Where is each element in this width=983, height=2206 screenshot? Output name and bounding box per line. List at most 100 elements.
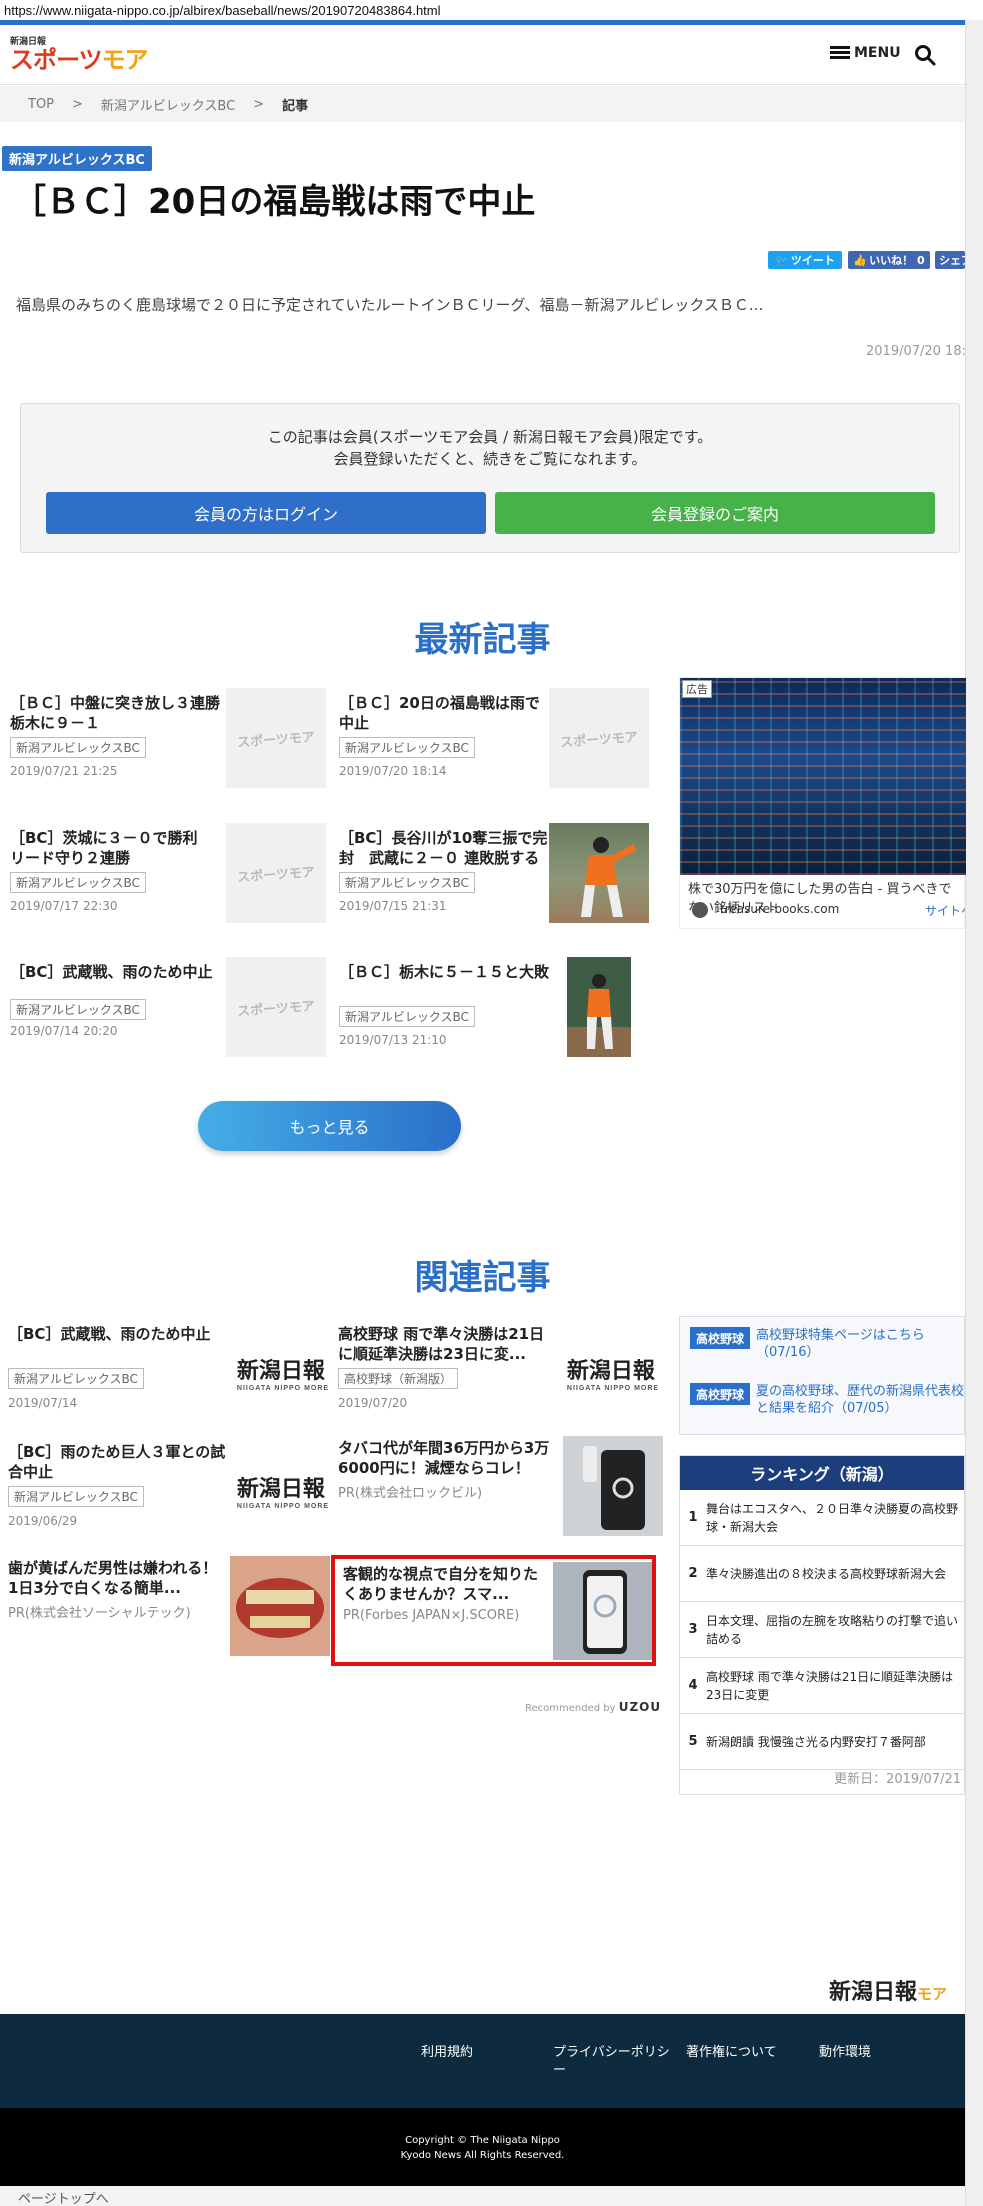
- card-tag: 新潟アルビレックスBC: [339, 872, 475, 893]
- ad-banner[interactable]: 広告 株で30万円を億にした男の告白 - 買うべきでない銘柄リスト treasu…: [679, 677, 966, 929]
- article-title: ［ＢＣ］20日の福島戦は雨で中止: [12, 182, 536, 222]
- card-date: 2019/06/29: [8, 1514, 78, 1528]
- highschool-link-row[interactable]: 高校野球 夏の高校野球、歴代の新潟県代表校と結果を紹介（07/05）: [690, 1383, 966, 1417]
- card-title: ［ＢＣ］栃木に５－１５と大敗: [339, 963, 549, 981]
- ad-site-link[interactable]: サイトへ: [925, 902, 965, 919]
- related-article-card[interactable]: 高校野球 雨で準々決勝は21日に順延準決勝は23日に変... 高校野球（新潟版）…: [338, 1322, 663, 1422]
- search-icon[interactable]: [913, 43, 937, 67]
- like-button[interactable]: 👍 いいね！ 0: [848, 251, 930, 269]
- thumbs-up-icon: 👍: [853, 253, 868, 267]
- niigata-nippo-logo: 新潟日報 NIIGATA NIPPO MORE: [236, 1357, 330, 1392]
- ranking-item[interactable]: 3 日本文理、屈指の左腕を攻略粘りの打撃で追い詰める: [680, 1602, 966, 1658]
- placeholder-logo: スポーツモア: [236, 864, 316, 886]
- page-top-link[interactable]: ページトップへ: [0, 2186, 965, 2206]
- card-tag: 新潟アルビレックスBC: [10, 999, 146, 1020]
- highschool-link[interactable]: 夏の高校野球、歴代の新潟県代表校と結果を紹介（07/05）: [756, 1383, 966, 1417]
- highschool-links: 高校野球 高校野球特集ページはこちら（07/16） 高校野球 夏の高校野球、歴代…: [679, 1316, 965, 1435]
- recommended-by[interactable]: Recommended by UZOU: [525, 1700, 661, 1714]
- signup-button[interactable]: 会員登録のご案内: [495, 492, 935, 534]
- card-title: ［BC］武蔵戦、雨のため中止: [10, 963, 213, 981]
- latest-article-card[interactable]: ［ＢＣ］20日の福島戦は雨で中止 新潟アルビレックスBC 2019/07/20 …: [339, 688, 664, 788]
- sponsor-label: PR(株式会社ロックビル): [338, 1486, 483, 1501]
- card-title: ［BC］武蔵戦、雨のため中止: [8, 1325, 211, 1343]
- ranking-item[interactable]: 5 新潟朗讀 我慢強さ光る内野安打７番阿部: [680, 1714, 966, 1770]
- card-thumbnail: スポーツモア: [226, 823, 326, 923]
- card-date: 2019/07/14 20:20: [10, 1024, 118, 1038]
- breadcrumb-top[interactable]: TOP: [28, 97, 54, 112]
- card-title: ［BC］長谷川が10奪三振で完封 武蔵に２－０ 連敗脱する: [339, 829, 548, 867]
- member-only-box: この記事は会員(スポーツモア会員 / 新潟日報モア会員)限定です。 会員登録いた…: [20, 403, 960, 553]
- related-article-card[interactable]: ［BC］雨のため巨人３軍との試合中止 新潟アルビレックスBC 2019/06/2…: [8, 1440, 333, 1540]
- highlight-box: [331, 1555, 656, 1666]
- breadcrumb-separator: >: [72, 96, 83, 112]
- latest-article-card[interactable]: ［ＢＣ］中盤に突き放し３連勝 栃木に９－１ 新潟アルビレックスBC 2019/0…: [10, 688, 335, 788]
- footer-link-environment[interactable]: 動作環境: [819, 2044, 939, 2062]
- ranking-updated: 更新日：2019/07/21: [834, 1772, 961, 1787]
- sponsored-card[interactable]: 歯が黄ばんだ男性は嫌われる！1日3分で白くなる簡単... PR(株式会社ソーシャ…: [8, 1556, 333, 1656]
- url-bar[interactable]: https://www.niigata-nippo.co.jp/albirex/…: [0, 0, 983, 22]
- latest-article-card[interactable]: ［BC］茨城に３－０で勝利 リード守り２連勝 新潟アルビレックスBC 2019/…: [10, 823, 335, 923]
- card-tag: 新潟アルビレックスBC: [339, 737, 475, 758]
- site-header: 新潟日報 スポーツモア MENU: [0, 25, 965, 85]
- latest-article-card[interactable]: ［ＢＣ］栃木に５－１５と大敗 新潟アルビレックスBC 2019/07/13 21…: [339, 957, 664, 1057]
- highschool-link[interactable]: 高校野球特集ページはこちら（07/16）: [756, 1327, 966, 1361]
- highschool-link-row[interactable]: 高校野球 高校野球特集ページはこちら（07/16）: [690, 1327, 966, 1361]
- mouth-image: [236, 1578, 324, 1638]
- card-date: 2019/07/13 21:10: [339, 1033, 447, 1047]
- site-logo[interactable]: 新潟日報 スポーツモア: [10, 37, 149, 74]
- tweet-button[interactable]: 🐦 ツイート: [768, 251, 842, 269]
- footer-link-privacy[interactable]: プライバシーポリシー: [553, 2044, 673, 2080]
- logo-main-text: スポーツモア: [10, 46, 149, 74]
- breadcrumb-category[interactable]: 新潟アルビレックスBC: [101, 95, 235, 114]
- card-date: 2019/07/20: [338, 1396, 408, 1410]
- sponsor-label: PR(株式会社ソーシャルテック): [8, 1606, 191, 1621]
- stock-board-image: [680, 678, 966, 875]
- ranking-item[interactable]: 4 高校野球 雨で準々決勝は21日に順延準決勝は23日に変更: [680, 1658, 966, 1714]
- related-section-title: 関連記事: [414, 1258, 551, 1298]
- sponsored-card[interactable]: タバコ代が年間36万円から3万6000円に！減煙ならコレ！ PR(株式会社ロック…: [338, 1436, 663, 1536]
- card-date: 2019/07/17 22:30: [10, 899, 118, 913]
- card-tag: 新潟アルビレックスBC: [10, 872, 146, 893]
- footer-logo[interactable]: 新潟日報モア: [829, 1974, 947, 2006]
- latest-article-card[interactable]: ［BC］武蔵戦、雨のため中止 新潟アルビレックスBC 2019/07/14 20…: [10, 957, 335, 1057]
- ranking-item[interactable]: 1 舞台はエコスタへ、２０日準々決勝夏の高校野球・新潟大会: [680, 1490, 966, 1546]
- rank-title: 準々決勝進出の８校決まる高校野球新潟大会: [706, 1566, 947, 1581]
- footer-link-copyright[interactable]: 著作権について: [686, 2044, 806, 2062]
- pitcher-photo: [549, 823, 649, 923]
- hamburger-icon: [830, 46, 850, 60]
- rank-title: 新潟朗讀 我慢強さ光る内野安打７番阿部: [706, 1734, 926, 1749]
- latest-article-card[interactable]: ［BC］長谷川が10奪三振で完封 武蔵に２－０ 連敗脱する 新潟アルビレックスB…: [339, 823, 664, 923]
- globe-icon: [692, 902, 708, 918]
- ranking-item[interactable]: 2 準々決勝進出の８校決まる高校野球新潟大会: [680, 1546, 966, 1602]
- breadcrumb: TOP > 新潟アルビレックスBC > 記事: [0, 86, 965, 122]
- related-article-card[interactable]: ［BC］武蔵戦、雨のため中止 新潟アルビレックスBC 2019/07/14 新潟…: [8, 1322, 333, 1422]
- rank-number: 2: [688, 1566, 698, 1581]
- latest-section-title: 最新記事: [414, 620, 551, 660]
- card-title: ［BC］雨のため巨人３軍との試合中止: [8, 1443, 226, 1481]
- card-thumbnail: スポーツモア: [549, 688, 649, 788]
- card-title: ［ＢＣ］中盤に突き放し３連勝 栃木に９－１: [10, 694, 220, 732]
- member-only-message: この記事は会員(スポーツモア会員 / 新潟日報モア会員)限定です。 会員登録いた…: [267, 428, 713, 468]
- article-lead: 福島県のみちのく鹿島球場で２０日に予定されていたルートインＢＣリーグ、福島－新潟…: [16, 296, 764, 314]
- card-title: 歯が黄ばんだ男性は嫌われる！1日3分で白くなる簡単...: [8, 1559, 218, 1597]
- more-button[interactable]: もっと見る: [198, 1101, 461, 1151]
- share-button[interactable]: シェア: [935, 251, 965, 269]
- category-badge[interactable]: 新潟アルビレックスBC: [2, 146, 152, 171]
- article-date: 2019/07/20 18:14: [866, 344, 965, 359]
- menu-button[interactable]: MENU: [830, 45, 901, 61]
- pitcher-figure: [567, 957, 631, 1057]
- scrollbar[interactable]: [965, 20, 983, 2206]
- niigata-nippo-logo: 新潟日報 NIIGATA NIPPO MORE: [566, 1357, 660, 1392]
- login-button[interactable]: 会員の方はログイン: [46, 492, 486, 534]
- ranking-box: ランキング（新潟） 1 舞台はエコスタへ、２０日準々決勝夏の高校野球・新潟大会 …: [679, 1455, 966, 1795]
- site-footer: 利用規約 プライバシーポリシー 著作権について 動作環境: [0, 2014, 965, 2108]
- card-thumbnail: スポーツモア: [226, 688, 326, 788]
- card-tag: 新潟アルビレックスBC: [10, 737, 146, 758]
- rank-title: 日本文理、屈指の左腕を攻略粘りの打撃で追い詰める: [706, 1613, 959, 1646]
- card-title: ［BC］茨城に３－０で勝利 リード守り２連勝: [10, 829, 213, 867]
- menu-label: MENU: [854, 45, 901, 61]
- device-image: [583, 1446, 645, 1530]
- footer-link-terms[interactable]: 利用規約: [421, 2044, 541, 2062]
- breadcrumb-separator: >: [253, 96, 265, 112]
- placeholder-logo: スポーツモア: [559, 729, 639, 751]
